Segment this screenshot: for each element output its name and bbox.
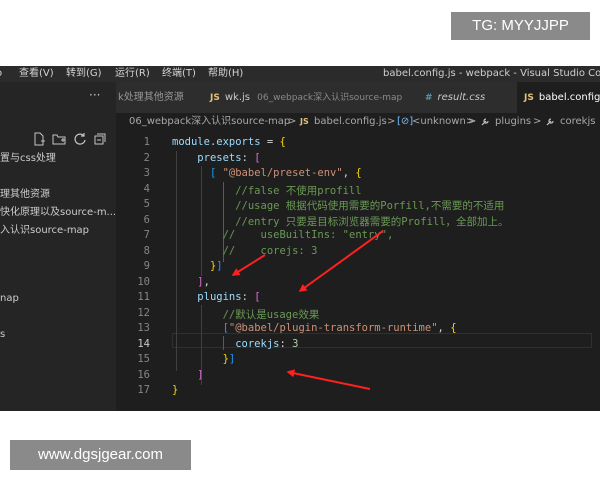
watermark-top: TG: MYYJJPP bbox=[451, 12, 590, 40]
arrow-to-presets-close bbox=[231, 254, 266, 276]
arrow-to-plugins bbox=[298, 230, 384, 292]
vscode-window: o 查看(V) 转到(G) 运行(R) 终端(T) 帮助(H) babel.co… bbox=[0, 66, 600, 411]
annotation-arrows bbox=[231, 230, 384, 390]
arrow-to-runtime-close bbox=[286, 369, 371, 390]
watermark-bottom: www.dgsjgear.com bbox=[10, 440, 191, 470]
